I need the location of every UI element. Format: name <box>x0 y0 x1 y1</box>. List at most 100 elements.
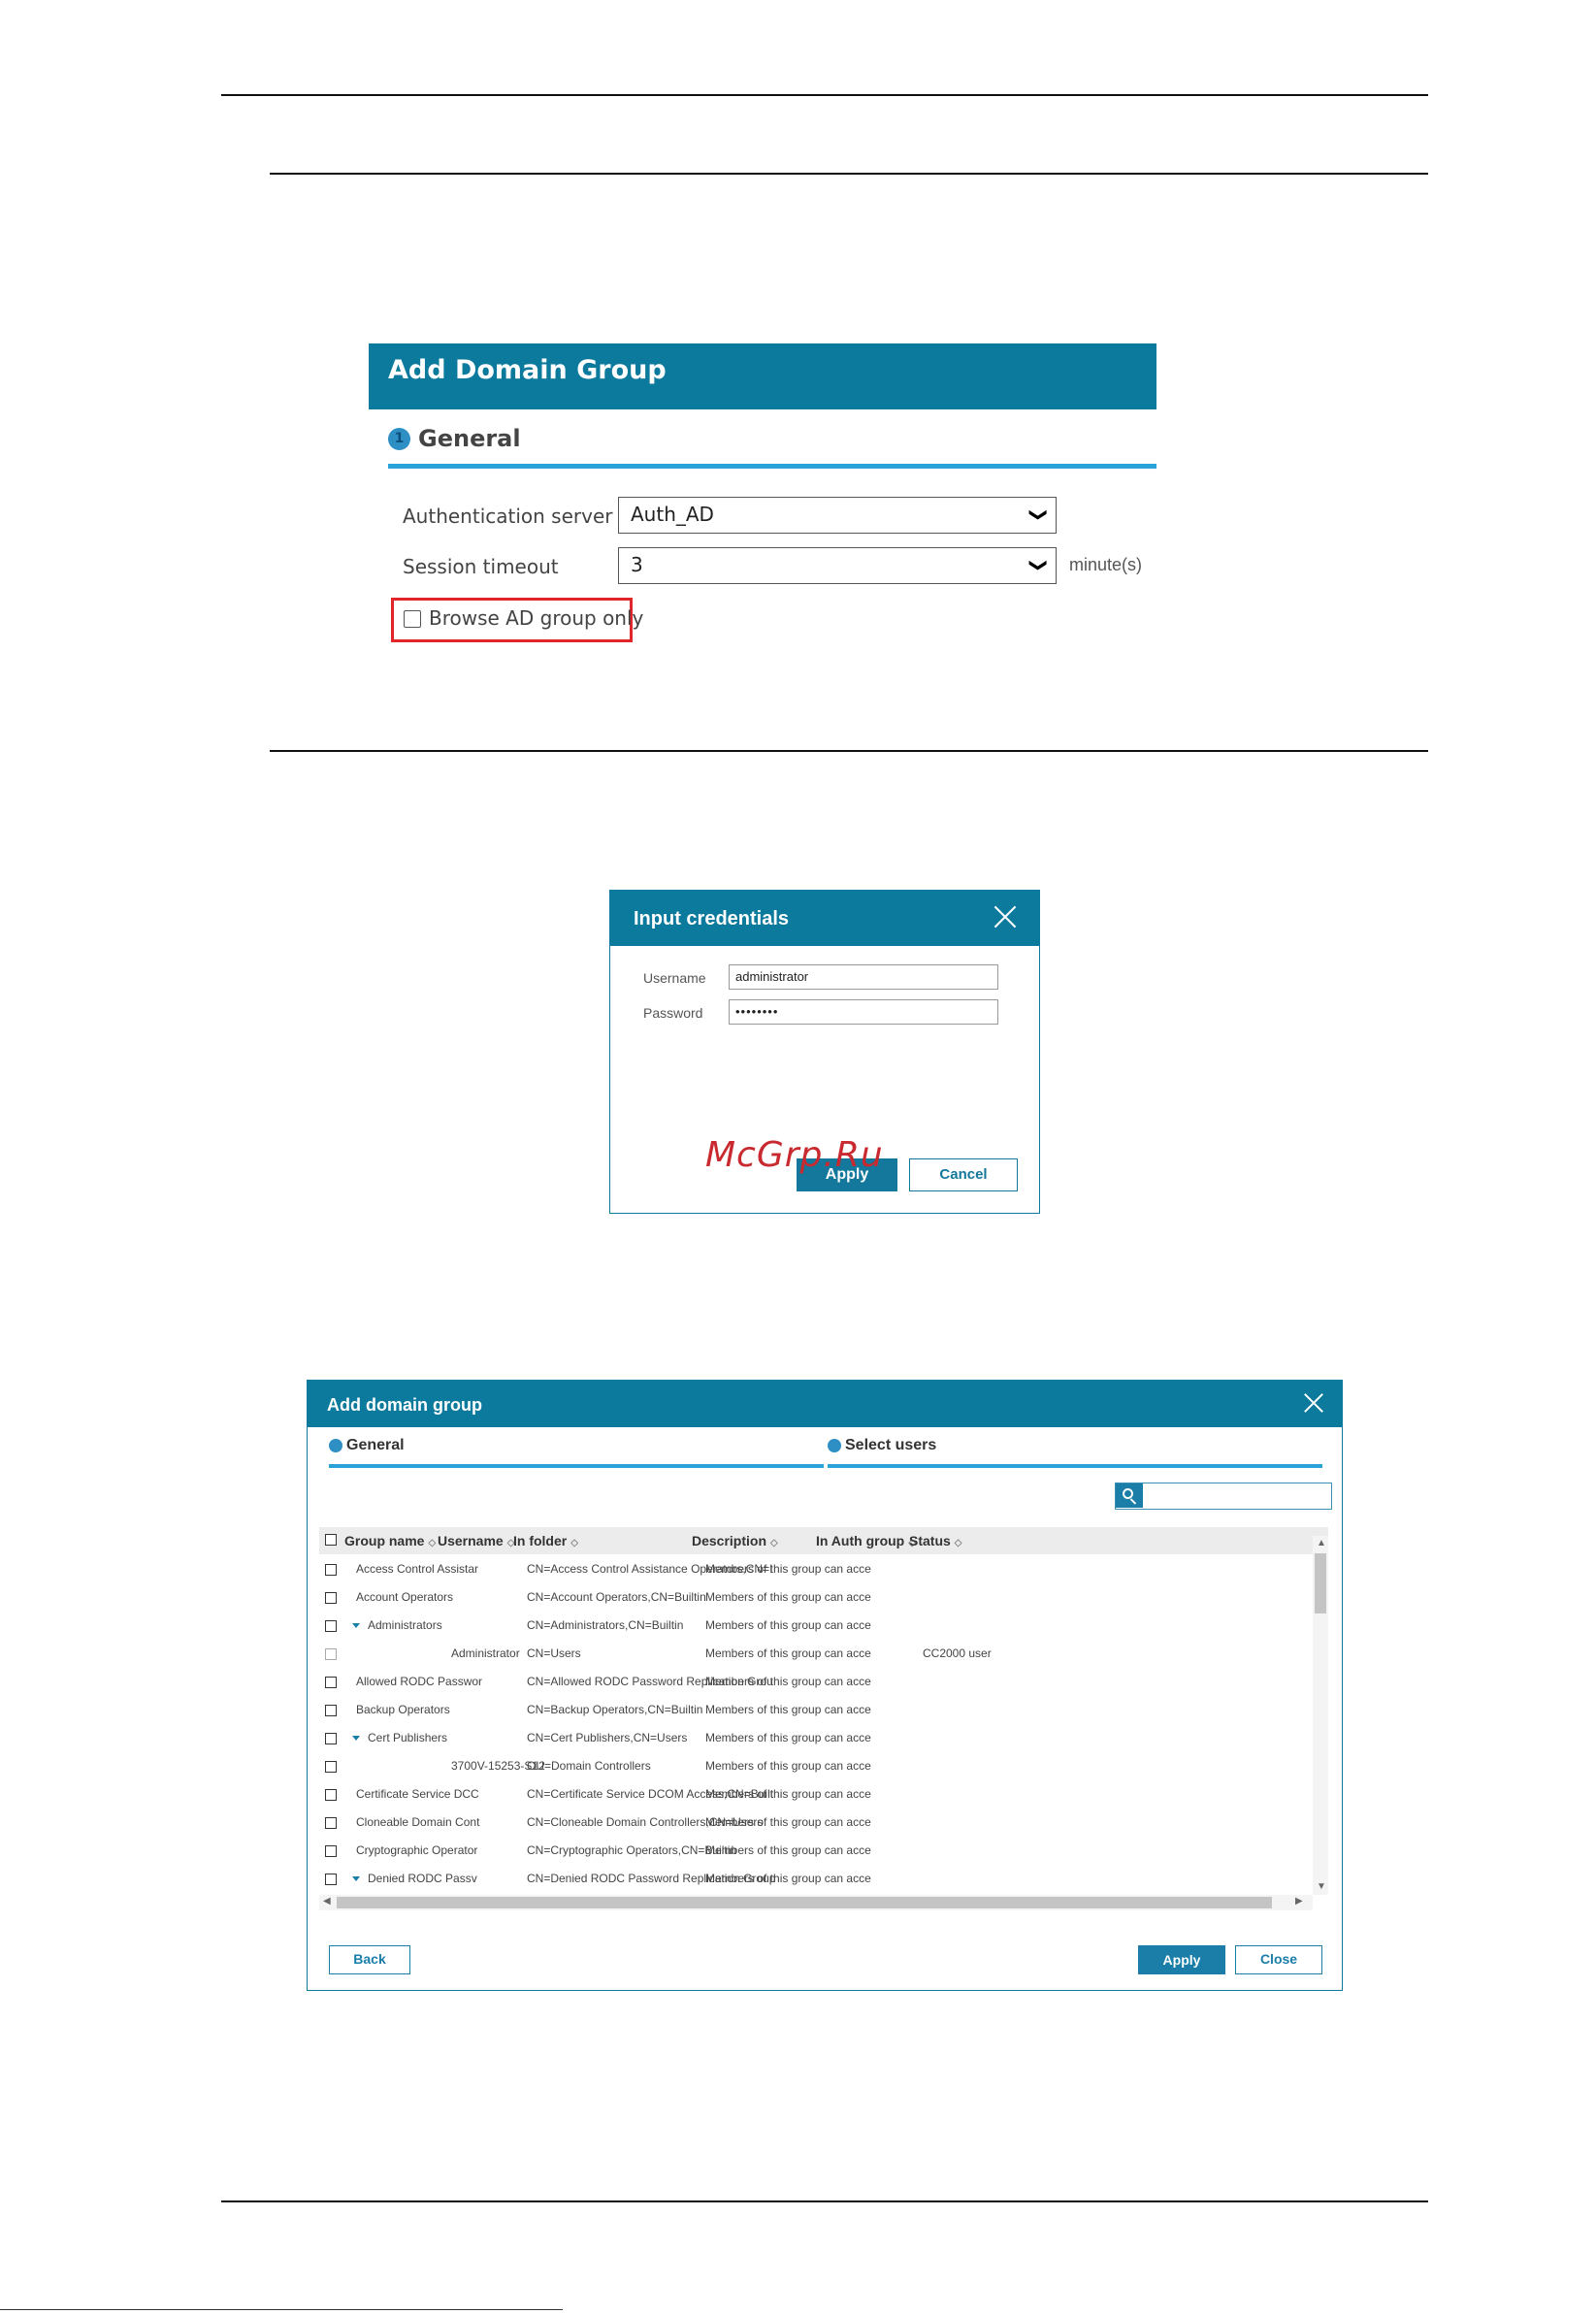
session-timeout-unit: minute(s) <box>1069 555 1143 574</box>
section-rule-2 <box>270 750 1428 752</box>
cell-description: Members of this group can acce <box>705 1646 871 1660</box>
scroll-left-icon[interactable]: ◀ <box>323 1896 331 1907</box>
sort-icon: ◇ <box>954 1538 962 1548</box>
col-label: Group name <box>344 1533 425 1548</box>
row-checkbox[interactable] <box>325 1564 337 1576</box>
expand-caret-icon[interactable] <box>352 1876 360 1881</box>
col-description[interactable]: Description ◇ <box>692 1527 778 1557</box>
col-label: In Auth group <box>816 1533 905 1548</box>
col-username[interactable]: Username ◇ <box>438 1527 514 1557</box>
scroll-right-icon[interactable]: ▶ <box>1295 1896 1303 1907</box>
password-input[interactable]: •••••••• <box>729 999 998 1025</box>
step-number-badge: 1 <box>388 427 410 450</box>
search-button[interactable] <box>1116 1483 1143 1508</box>
horizontal-scrollbar[interactable]: ◀ ▶ <box>319 1895 1313 1910</box>
table-row[interactable]: Account Operators CN=Account Operators,CN… <box>319 1583 1305 1612</box>
select-all-checkbox[interactable] <box>325 1534 337 1546</box>
table-row[interactable]: Denied RODC Passv CN=Denied RODC Password… <box>319 1865 1305 1893</box>
cell-group-name: Access Control Assistar <box>356 1562 479 1576</box>
col-label: In folder <box>513 1533 568 1548</box>
auth-server-label: Authentication server <box>403 505 613 528</box>
search-icon-handle <box>1129 1498 1137 1505</box>
cancel-button[interactable]: Cancel <box>909 1158 1018 1191</box>
browse-ad-label[interactable]: Browse AD group only <box>429 606 643 630</box>
table-header: Group name ◇ Username ◇ In folder ◇ Descrip… <box>319 1527 1328 1554</box>
search-box <box>1115 1483 1332 1510</box>
col-in-auth-group[interactable]: In Auth group ◇ <box>816 1527 916 1557</box>
sort-icon: ◇ <box>570 1538 578 1548</box>
cell-group-name: Denied RODC Passv <box>368 1872 477 1885</box>
row-checkbox[interactable] <box>325 1817 337 1829</box>
auth-server-select[interactable]: Auth_AD ❯ <box>618 497 1057 534</box>
section-rule-1 <box>270 173 1428 175</box>
input-credentials-dialog: Input credentials Username administrator… <box>609 890 1040 1214</box>
footer-rule <box>0 2309 563 2310</box>
cell-description: Members of this group can acce <box>705 1590 871 1604</box>
username-input[interactable]: administrator <box>729 964 998 990</box>
row-checkbox[interactable] <box>325 1845 337 1857</box>
row-checkbox[interactable] <box>325 1761 337 1773</box>
scroll-down-icon[interactable]: ▼ <box>1317 1881 1326 1892</box>
row-checkbox[interactable] <box>325 1789 337 1801</box>
row-checkbox[interactable] <box>325 1677 337 1688</box>
table-row[interactable]: Cert Publishers CN=Cert Publishers,CN=Use… <box>319 1724 1305 1752</box>
password-label: Password <box>643 1005 703 1021</box>
cell-description: Members of this group can acce <box>705 1815 871 1829</box>
col-status[interactable]: Status ◇ <box>909 1527 962 1557</box>
col-in-folder[interactable]: In folder ◇ <box>513 1527 578 1557</box>
cell-description: Members of this group can acce <box>705 1843 871 1857</box>
session-timeout-select[interactable]: 3 ❯ <box>618 547 1057 584</box>
table-row[interactable]: 3700V-15253-S12 OU=Domain Controllers Memb… <box>319 1752 1305 1780</box>
table-row[interactable]: Cryptographic Operator CN=Cryptographic O… <box>319 1837 1305 1865</box>
scroll-up-icon[interactable]: ▲ <box>1317 1538 1326 1548</box>
step-dot-icon <box>828 1439 841 1452</box>
sort-icon: ◇ <box>428 1538 437 1548</box>
chevron-down-icon: ❯ <box>1027 506 1049 523</box>
table-row[interactable]: Access Control Assistar CN=Access Control… <box>319 1555 1305 1583</box>
vertical-scroll-thumb[interactable] <box>1315 1553 1326 1613</box>
horizontal-scroll-thumb[interactable] <box>337 1897 1272 1908</box>
expand-caret-icon[interactable] <box>352 1736 360 1741</box>
cell-description: Members of this group can acce <box>705 1872 871 1885</box>
step-bar-select-users <box>828 1464 1322 1468</box>
table-row[interactable]: Cloneable Domain Cont CN=Cloneable Domain… <box>319 1809 1305 1837</box>
expand-caret-icon[interactable] <box>352 1623 360 1628</box>
dialog-title: Add domain group <box>308 1381 1342 1427</box>
row-checkbox[interactable] <box>325 1874 337 1885</box>
table-row[interactable]: Allowed RODC Passwor CN=Allowed RODC Pass… <box>319 1668 1305 1696</box>
cell-description: Members of this group can acce <box>705 1731 871 1744</box>
table-row[interactable]: Administrator CN=Users Members of this gro… <box>319 1640 1305 1668</box>
back-button[interactable]: Back <box>329 1945 410 1974</box>
step-bar-general <box>329 1464 824 1468</box>
auth-server-value: Auth_AD <box>631 503 714 526</box>
cell-group-name: Allowed RODC Passwor <box>356 1675 483 1688</box>
close-button[interactable]: Close <box>1235 1945 1322 1974</box>
session-timeout-value: 3 <box>631 553 643 576</box>
browse-ad-checkbox[interactable] <box>404 610 421 628</box>
table-row[interactable]: Certificate Service DCC CN=Certificate Se… <box>319 1780 1305 1809</box>
row-checkbox[interactable] <box>325 1592 337 1604</box>
bottom-rule <box>221 2200 1428 2202</box>
cell-description: Members of this group can acce <box>705 1759 871 1773</box>
row-checkbox[interactable] <box>325 1705 337 1716</box>
browse-ad-highlight-box: Browse AD group only <box>391 598 643 642</box>
cell-group-name: Cryptographic Operator <box>356 1843 478 1857</box>
table-row[interactable]: Backup Operators CN=Backup Operators,CN=B… <box>319 1696 1305 1724</box>
row-checkbox[interactable] <box>325 1733 337 1744</box>
step-general: General <box>329 1437 405 1454</box>
col-group-name[interactable]: Group name ◇ <box>344 1527 436 1557</box>
col-label: Description <box>692 1533 767 1548</box>
step-label: General <box>346 1437 405 1453</box>
vertical-scrollbar[interactable]: ▲ ▼ <box>1313 1536 1328 1895</box>
chevron-down-icon: ❯ <box>1027 557 1049 573</box>
step-general: 1 General <box>388 425 521 452</box>
close-icon[interactable] <box>1303 1392 1324 1414</box>
add-domain-group-dialog: Add domain group General Select users Gr… <box>307 1380 1343 1991</box>
apply-button[interactable]: Apply <box>1138 1945 1225 1974</box>
cell-group-name: Cloneable Domain Cont <box>356 1815 480 1829</box>
table-row[interactable]: Administrators CN=Administrators,CN=Built… <box>319 1612 1305 1640</box>
row-checkbox[interactable] <box>325 1648 337 1660</box>
close-icon[interactable] <box>993 904 1018 929</box>
row-checkbox[interactable] <box>325 1620 337 1632</box>
cell-status: CC2000 user <box>923 1646 992 1660</box>
